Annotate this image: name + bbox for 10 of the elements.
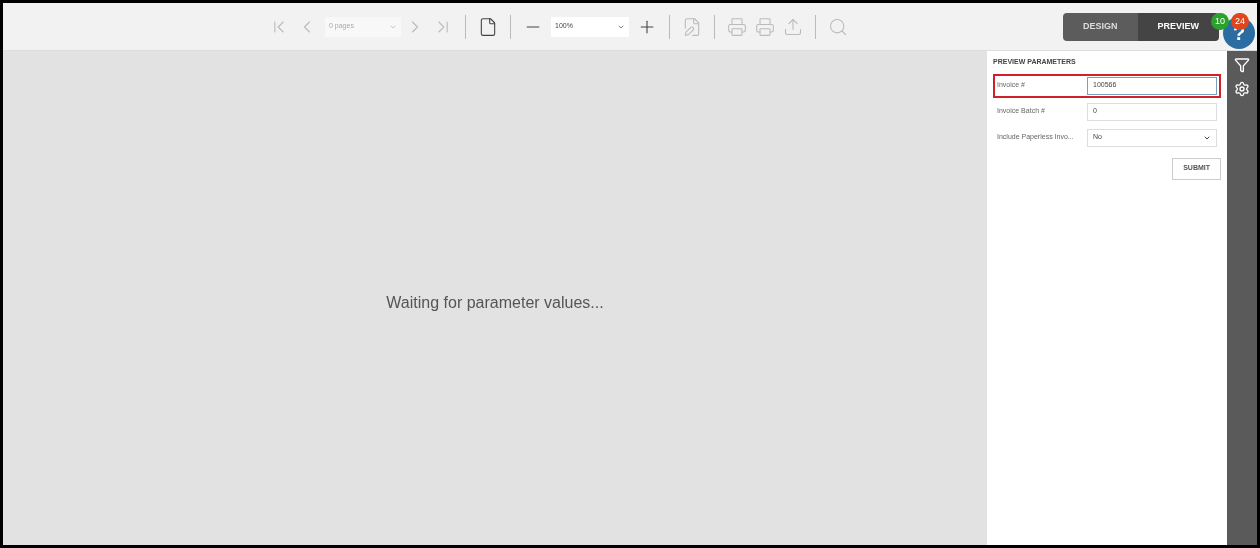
print-icon[interactable] — [755, 16, 775, 37]
filter-button[interactable] — [1234, 57, 1250, 73]
settings-button[interactable] — [1234, 81, 1250, 97]
upload-icon[interactable] — [783, 16, 803, 37]
search-icon[interactable] — [828, 16, 848, 37]
waiting-message: Waiting for parameter values... — [386, 293, 604, 313]
print-icon[interactable] — [727, 16, 747, 37]
mode-tab[interactable]: DESIGN — [1063, 13, 1138, 41]
page-icon[interactable] — [478, 16, 498, 37]
edit-icon[interactable] — [682, 16, 702, 37]
